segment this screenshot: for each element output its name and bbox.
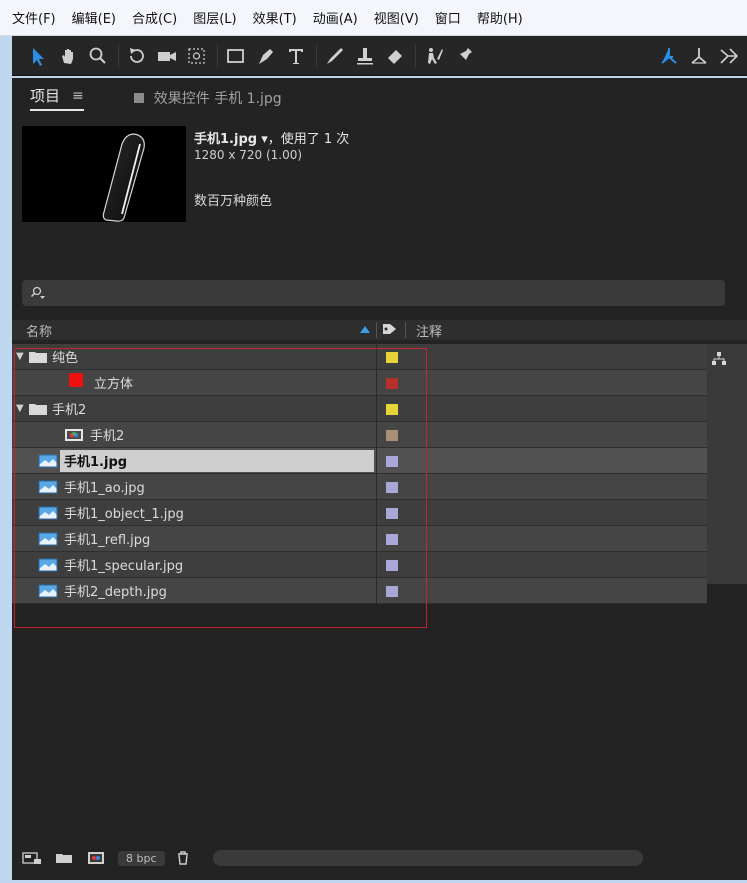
tools-toolbar: [12, 36, 747, 76]
footage-info: 手机1.jpg ▾，使用了 1 次 1280 x 720 (1.00) 数百万种…: [194, 128, 349, 209]
flowchart-bar: [707, 344, 747, 584]
menu-item[interactable]: 文件(F): [12, 8, 56, 27]
rotation-tool-icon[interactable]: [125, 44, 149, 68]
rectangle-tool-icon[interactable]: [224, 44, 248, 68]
search-input[interactable]: [52, 286, 692, 300]
camera-tool-icon[interactable]: [155, 44, 179, 68]
tab-effect-controls[interactable]: 效果控件 手机 1.jpg: [133, 88, 282, 108]
hand-tool-icon[interactable]: [56, 44, 80, 68]
zoom-tool-icon[interactable]: [86, 44, 110, 68]
new-folder-icon[interactable]: [54, 851, 74, 865]
tab-effect-controls-label: 效果控件 手机 1.jpg: [153, 91, 282, 107]
clone-stamp-tool-icon[interactable]: [353, 44, 377, 68]
menu-item[interactable]: 窗口: [435, 8, 461, 27]
column-name[interactable]: 名称: [26, 321, 52, 340]
tab-project[interactable]: 项目 ≡: [30, 85, 84, 111]
menu-item[interactable]: 合成(C): [132, 8, 177, 27]
panel-menu-icon[interactable]: ≡: [72, 88, 84, 104]
menu-item[interactable]: 编辑(E): [72, 8, 116, 27]
menu-item[interactable]: 效果(T): [253, 8, 297, 27]
footage-filename[interactable]: 手机1.jpg ▾，使用了 1 次: [194, 128, 349, 147]
search-bar: [22, 280, 725, 306]
footage-filename-main: 手机1.jpg: [194, 132, 258, 147]
menu-item[interactable]: 视图(V): [374, 8, 419, 27]
type-tool-icon[interactable]: [284, 44, 308, 68]
interpret-footage-icon[interactable]: [22, 851, 42, 865]
brush-tool-icon[interactable]: [323, 44, 347, 68]
sort-ascending-icon[interactable]: [360, 326, 370, 333]
label-column-tag-icon[interactable]: [382, 322, 398, 340]
toolbar-divider: [415, 43, 416, 68]
tab-project-label: 项目: [30, 87, 61, 105]
footage-color-depth: 数百万种颜色: [194, 194, 273, 209]
toolbar-divider: [118, 43, 119, 68]
bit-depth-button[interactable]: 8 bpc: [118, 850, 165, 866]
column-divider[interactable]: [405, 322, 406, 338]
menu-item[interactable]: 图层(L): [193, 8, 236, 27]
footage-usage: ▾，使用了 1 次: [257, 132, 350, 147]
menu-item[interactable]: 动画(A): [313, 8, 358, 27]
column-divider[interactable]: [376, 322, 377, 338]
effect-controls-square-icon: [133, 93, 144, 103]
selection-highlight-box: [14, 348, 427, 628]
menu-item[interactable]: 帮助(H): [477, 8, 523, 27]
local-axis-mode-icon[interactable]: [657, 44, 681, 68]
flowchart-icon[interactable]: [712, 352, 726, 370]
eraser-tool-icon[interactable]: [383, 44, 407, 68]
left-strip: [0, 36, 12, 883]
toolbar-divider: [217, 43, 218, 68]
view-axis-mode-icon[interactable]: [717, 44, 741, 68]
toolbar-divider: [316, 43, 317, 68]
column-comment[interactable]: 注释: [416, 321, 442, 340]
roto-brush-tool-icon[interactable]: [422, 44, 446, 68]
column-header: 名称 注释: [12, 320, 747, 340]
puppet-pin-tool-icon[interactable]: [452, 44, 476, 68]
selection-tool-icon[interactable]: [26, 44, 50, 68]
footage-dimensions: 1280 x 720 (1.00): [194, 148, 303, 162]
search-icon[interactable]: [30, 286, 46, 300]
trash-icon[interactable]: [173, 851, 193, 865]
pen-tool-icon[interactable]: [254, 44, 278, 68]
horizontal-scrollbar[interactable]: [212, 850, 643, 866]
world-axis-mode-icon[interactable]: [687, 44, 711, 68]
footage-thumbnail: [22, 126, 186, 222]
menu-bar: 文件(F) 编辑(E) 合成(C) 图层(L) 效果(T) 动画(A) 视图(V) 窗口 帮助(…: [0, 0, 747, 36]
new-composition-icon[interactable]: [86, 851, 106, 865]
pan-behind-tool-icon[interactable]: [185, 44, 209, 68]
panel-footer: 8 bpc: [12, 848, 747, 868]
panel-tabs: 项目 ≡ 效果控件 手机 1.jpg: [12, 78, 747, 118]
